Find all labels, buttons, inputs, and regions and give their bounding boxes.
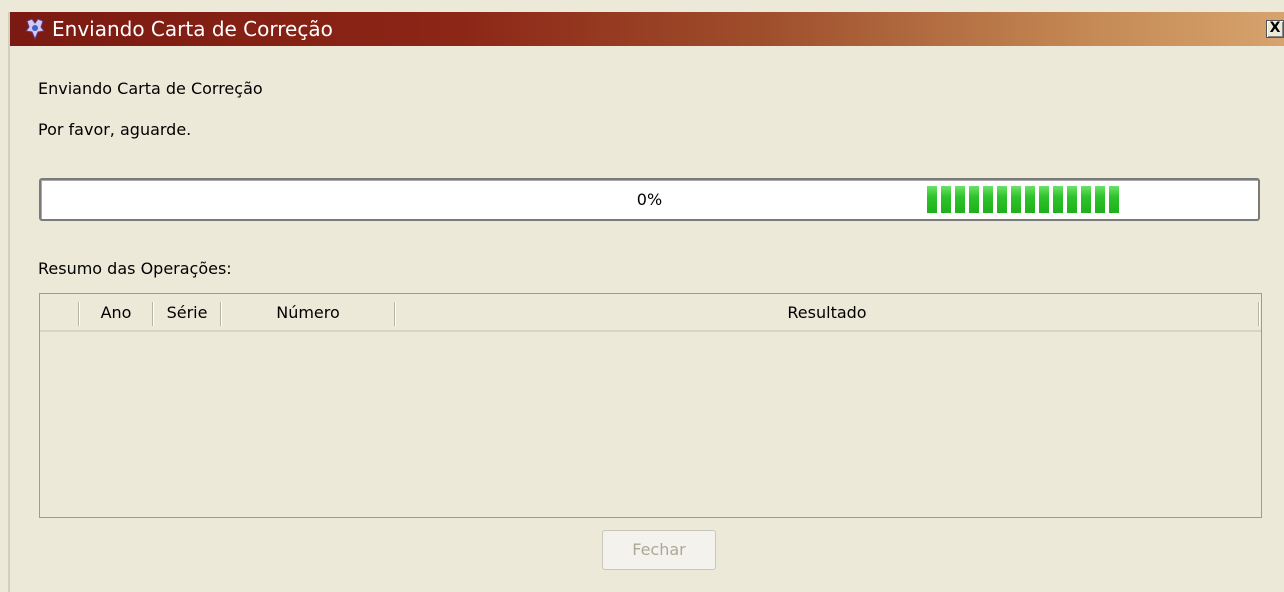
progress-block	[997, 186, 1007, 213]
progress-marquee	[927, 186, 1123, 213]
fechar-button[interactable]: Fechar	[602, 530, 716, 570]
title-bar[interactable]: Enviando Carta de Correção X	[10, 12, 1284, 46]
progress-block	[941, 186, 951, 213]
progress-block	[1109, 186, 1119, 213]
progress-block	[983, 186, 993, 213]
progress-bar: 0%	[39, 178, 1260, 221]
column-header-serie[interactable]: Série	[154, 294, 220, 330]
progress-block	[927, 186, 937, 213]
column-divider[interactable]	[1258, 302, 1260, 326]
operations-table[interactable]: Ano Série Número Resultado	[39, 293, 1262, 518]
app-icon	[25, 18, 45, 40]
column-header-ano[interactable]: Ano	[80, 294, 152, 330]
progress-block	[1081, 186, 1091, 213]
progress-block	[1067, 186, 1077, 213]
progress-block	[1053, 186, 1063, 213]
summary-label: Resumo das Operações:	[38, 259, 232, 278]
column-header-resultado[interactable]: Resultado	[396, 294, 1258, 330]
column-header-numero[interactable]: Número	[222, 294, 394, 330]
window-title: Enviando Carta de Correção	[52, 17, 333, 41]
table-header: Ano Série Número Resultado	[40, 294, 1261, 332]
progress-block	[969, 186, 979, 213]
status-heading: Enviando Carta de Correção	[38, 79, 263, 98]
progress-block	[1025, 186, 1035, 213]
column-header-select[interactable]	[40, 294, 78, 330]
progress-block	[955, 186, 965, 213]
close-window-button[interactable]: X	[1266, 20, 1284, 38]
progress-block	[1011, 186, 1021, 213]
close-icon: X	[1269, 20, 1281, 36]
dialog-window: Enviando Carta de Correção X Enviando Ca…	[8, 12, 1284, 592]
progress-block	[1039, 186, 1049, 213]
progress-block	[1095, 186, 1105, 213]
status-message: Por favor, aguarde.	[38, 120, 192, 139]
